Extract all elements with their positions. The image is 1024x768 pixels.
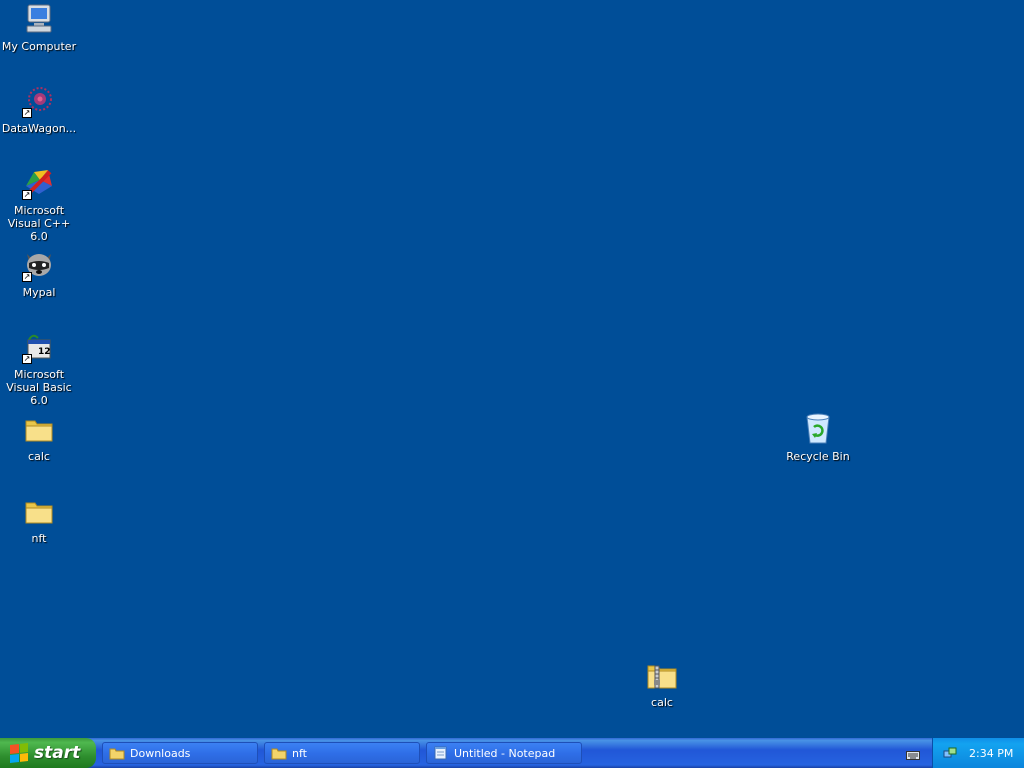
- desktop-icon-mypal[interactable]: ↗ Mypal: [0, 248, 79, 299]
- taskbar-item-nft[interactable]: nft: [264, 742, 420, 764]
- start-button[interactable]: start: [0, 738, 96, 768]
- desktop-icon-label: DataWagon...: [1, 122, 77, 135]
- shortcut-arrow-icon: ↗: [22, 272, 32, 282]
- taskbar-item-downloads[interactable]: Downloads: [102, 742, 258, 764]
- taskbar-item-label: Downloads: [130, 746, 191, 760]
- desktop-icon-calc-folder[interactable]: calc: [0, 412, 79, 463]
- start-label: start: [34, 743, 81, 763]
- desktop-icon-visual-cpp[interactable]: ↗ Microsoft Visual C++ 6.0: [0, 166, 79, 243]
- taskbar-item-label: nft: [292, 746, 307, 760]
- desktop-icon-recycle-bin[interactable]: Recycle Bin: [778, 412, 858, 463]
- desktop-icon-calc-zip[interactable]: calc: [622, 658, 702, 709]
- shortcut-arrow-icon: ↗: [22, 190, 32, 200]
- folder-icon: [109, 746, 125, 760]
- desktop-icon-label: calc: [651, 696, 673, 709]
- windows-logo-icon: [10, 743, 28, 763]
- desktop-icon-label: Recycle Bin: [786, 450, 850, 463]
- desktop-icon-label: nft: [31, 532, 47, 545]
- folder-icon: [271, 746, 287, 760]
- svg-text:12: 12: [38, 347, 51, 357]
- desktop-icon-my-computer[interactable]: My Computer: [0, 2, 79, 53]
- taskbar-item-notepad[interactable]: Untitled - Notepad: [426, 742, 582, 764]
- clock[interactable]: 2:34 PM: [969, 747, 1013, 760]
- keyboard-layout-icon[interactable]: [906, 746, 920, 760]
- desktop: My Computer ↗ DataWagon... ↗ Microsoft V: [0, 0, 1024, 738]
- desktop-icon-label: Microsoft Visual Basic 6.0: [6, 368, 72, 407]
- folder-icon: [22, 412, 56, 446]
- zip-folder-icon: [645, 658, 679, 692]
- desktop-icon-label: My Computer: [1, 40, 77, 53]
- desktop-icon-datawagon[interactable]: ↗ DataWagon...: [0, 84, 79, 135]
- computer-icon: [22, 2, 56, 36]
- mypal-icon: ↗: [22, 248, 56, 282]
- network-icon[interactable]: [943, 746, 957, 760]
- recycle-bin-icon: [801, 412, 835, 446]
- datawagon-icon: ↗: [22, 84, 56, 118]
- taskbar: start Downloads nft Untitled - Notepad 2…: [0, 738, 1024, 768]
- visual-basic-icon: 12 ↗: [22, 330, 56, 364]
- folder-icon: [22, 494, 56, 528]
- desktop-icon-label: calc: [28, 450, 50, 463]
- notepad-icon: [433, 746, 449, 760]
- taskbar-item-label: Untitled - Notepad: [454, 746, 556, 760]
- desktop-icon-visual-basic[interactable]: 12 ↗ Microsoft Visual Basic 6.0: [0, 330, 79, 407]
- desktop-icon-label: Mypal: [22, 286, 56, 299]
- shortcut-arrow-icon: ↗: [22, 354, 32, 364]
- visual-cpp-icon: ↗: [22, 166, 56, 200]
- desktop-icon-nft-folder[interactable]: nft: [0, 494, 79, 545]
- shortcut-arrow-icon: ↗: [22, 108, 32, 118]
- desktop-icon-label: Microsoft Visual C++ 6.0: [7, 204, 71, 243]
- system-tray: 2:34 PM: [932, 738, 1024, 768]
